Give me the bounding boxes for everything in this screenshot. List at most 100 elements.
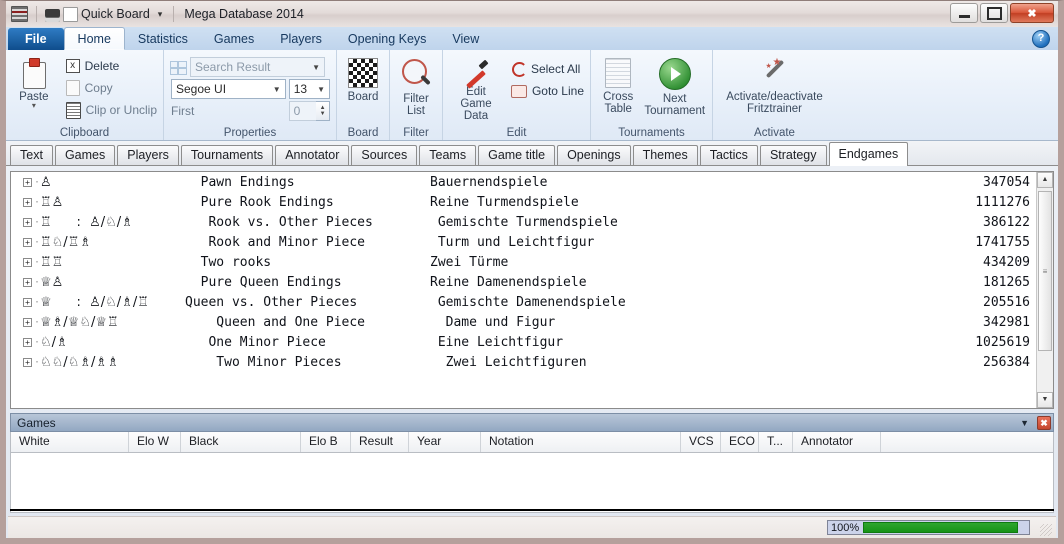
tab-teams[interactable]: Teams — [419, 145, 477, 165]
table-row[interactable]: + · ♕ : ♙/♘/♗/♖ Queen vs. Other Pieces Ge… — [11, 292, 1036, 312]
tab-games[interactable]: Games — [54, 145, 116, 165]
english-label: Two Minor Pieces — [185, 354, 342, 370]
expand-icon[interactable]: + — [23, 357, 32, 367]
font-name-dropdown[interactable]: Segoe UI ▼ — [171, 79, 286, 99]
table-row[interactable]: + · ♖♘/♖♗ Rook and Minor Piece Turm und L… — [11, 232, 1036, 252]
help-icon[interactable]: ? — [1032, 30, 1050, 48]
scroll-up-icon[interactable]: ▲ — [1037, 172, 1053, 188]
ribbon-group-activate: ★ ★ Activate/deactivate Fritztrainer Act… — [712, 50, 836, 140]
board-button[interactable]: Board — [343, 54, 383, 122]
tab-annotator[interactable]: Annotator — [275, 145, 350, 165]
expand-icon[interactable]: + — [23, 337, 32, 347]
minimize-icon — [958, 14, 970, 18]
ribbon-tab-home[interactable]: Home — [63, 27, 125, 50]
first-stepper[interactable]: ▲ ▼ — [316, 101, 330, 121]
first-input[interactable]: 0 — [288, 101, 317, 121]
column-header-vcs[interactable]: VCS — [681, 432, 721, 452]
close-button[interactable]: ✖ — [1010, 3, 1054, 23]
endgame-key-list[interactable]: + · ♙ Pawn Endings Bauernendspiele 347054… — [10, 171, 1054, 409]
group-label-board: Board — [347, 127, 379, 139]
table-row[interactable]: + · ♘♘/♘♗/♗♗ Two Minor Pieces Zwei Leicht… — [11, 352, 1036, 372]
resize-grip-icon[interactable] — [1040, 524, 1052, 536]
chevron-down-icon[interactable]: ▾ — [158, 9, 163, 20]
column-header-t[interactable]: T... — [759, 432, 793, 452]
ribbon-tab-opening-keys[interactable]: Opening Keys — [335, 29, 440, 50]
tab-endgames[interactable]: Endgames — [828, 142, 909, 166]
column-header-notation[interactable]: Notation — [481, 432, 681, 452]
search-result-dropdown[interactable]: Search Result ▼ — [190, 57, 325, 77]
tab-openings[interactable]: Openings — [557, 145, 631, 165]
ribbon-tab-view[interactable]: View — [439, 29, 492, 50]
delete-button[interactable]: x Delete — [62, 55, 157, 77]
select-all-button[interactable]: Select All — [507, 58, 584, 80]
quick-access-toolbar: Quick Board ▾ Mega Database 2014 — [6, 6, 304, 22]
vertical-scrollbar[interactable]: ▲ ≡ ▼ — [1036, 172, 1053, 408]
tab-players[interactable]: Players — [117, 145, 179, 165]
piece-symbols: ♕♙ — [40, 274, 64, 290]
ribbon-tab-games[interactable]: Games — [201, 29, 267, 50]
scrollbar-thumb[interactable]: ≡ — [1038, 191, 1052, 351]
expand-icon[interactable]: + — [23, 217, 32, 227]
column-header-annotator[interactable]: Annotator — [793, 432, 881, 452]
tab-sources[interactable]: Sources — [351, 145, 418, 165]
ribbon-tab-statistics[interactable]: Statistics — [125, 29, 201, 50]
expand-icon[interactable]: + — [23, 297, 32, 307]
filter-list-button[interactable]: Filter List — [396, 54, 436, 122]
edit-game-data-button[interactable]: Edit Game Data — [449, 54, 503, 122]
checkbox-icon[interactable] — [63, 6, 78, 22]
ribbon-tab-file[interactable]: File — [8, 28, 64, 50]
column-header-eco[interactable]: ECO — [721, 432, 759, 452]
ribbon-group-tournaments: Cross Table Next Tournament Tournaments — [590, 50, 712, 140]
column-header-year[interactable]: Year — [409, 432, 481, 452]
title-bar: Quick Board ▾ Mega Database 2014 ✖ — [6, 1, 1058, 27]
minimize-button[interactable] — [950, 3, 978, 23]
table-row[interactable]: + · ♙ Pawn Endings Bauernendspiele 347054 — [11, 172, 1036, 192]
cross-table-button[interactable]: Cross Table — [597, 54, 639, 122]
expand-icon[interactable]: + — [23, 197, 32, 207]
column-header-result[interactable]: Result — [351, 432, 409, 452]
maximize-button[interactable] — [980, 3, 1008, 23]
table-row[interactable]: + · ♖♙ Pure Rook Endings Reine Turmendspi… — [11, 192, 1036, 212]
font-size-dropdown[interactable]: 13 ▼ — [288, 79, 330, 99]
copy-button[interactable]: Copy — [62, 77, 157, 99]
tab-text[interactable]: Text — [10, 145, 53, 165]
column-header-black[interactable]: Black — [181, 432, 301, 452]
expand-icon[interactable]: + — [23, 237, 32, 247]
expand-icon[interactable]: + — [23, 277, 32, 287]
table-row[interactable]: + · ♖♖ Two rooks Zwei Türme 434209 — [11, 252, 1036, 272]
column-header-spacer[interactable] — [881, 432, 1053, 452]
clip-unclip-button[interactable]: Clip or Unclip — [62, 99, 157, 121]
expand-icon[interactable]: + — [23, 317, 32, 327]
group-label-activate: Activate — [754, 127, 795, 139]
table-row[interactable]: + · ♖ : ♙/♘/♗ Rook vs. Other Pieces Gemis… — [11, 212, 1036, 232]
games-list-body[interactable] — [10, 453, 1054, 513]
column-header-elo-b[interactable]: Elo B — [301, 432, 351, 452]
ribbon-tab-players[interactable]: Players — [267, 29, 335, 50]
database-icon[interactable] — [11, 6, 28, 22]
chevron-down-icon[interactable]: ▼ — [1020, 418, 1029, 428]
quick-board-label[interactable]: Quick Board — [81, 7, 150, 21]
table-row[interactable]: + · ♕♗/♕♘/♕♖ Queen and One Piece Dame und… — [11, 312, 1036, 332]
column-header-white[interactable]: White — [11, 432, 129, 452]
table-row[interactable]: + · ♕♙ Pure Queen Endings Reine Damenends… — [11, 272, 1036, 292]
tab-themes[interactable]: Themes — [632, 145, 698, 165]
expand-icon[interactable]: + — [23, 257, 32, 267]
piece-symbols: ♖♙ — [40, 194, 64, 210]
tab-tournaments[interactable]: Tournaments — [180, 145, 274, 165]
close-icon[interactable]: ✖ — [1037, 415, 1051, 430]
next-tournament-button[interactable]: Next Tournament — [643, 54, 706, 122]
german-label: Reine Turmendspiele — [430, 194, 579, 210]
column-header-elo-w[interactable]: Elo W — [129, 432, 181, 452]
tab-tactics[interactable]: Tactics — [699, 145, 758, 165]
tab-strategy[interactable]: Strategy — [759, 145, 827, 165]
paste-button[interactable]: Paste ▾ — [12, 54, 56, 122]
tab-game-title[interactable]: Game title — [478, 145, 556, 165]
table-row[interactable]: + · ♘/♗ One Minor Piece Eine Leichtfigur … — [11, 332, 1036, 352]
print-icon[interactable] — [45, 8, 60, 22]
goto-line-button[interactable]: Goto Line — [507, 80, 584, 102]
activate-fritztrainer-button[interactable]: ★ ★ Activate/deactivate Fritztrainer — [719, 54, 830, 122]
first-label: First — [171, 104, 195, 118]
chevron-down-icon[interactable]: ▾ — [32, 102, 36, 110]
expand-icon[interactable]: + — [23, 177, 32, 187]
scroll-down-icon[interactable]: ▼ — [1037, 392, 1053, 408]
